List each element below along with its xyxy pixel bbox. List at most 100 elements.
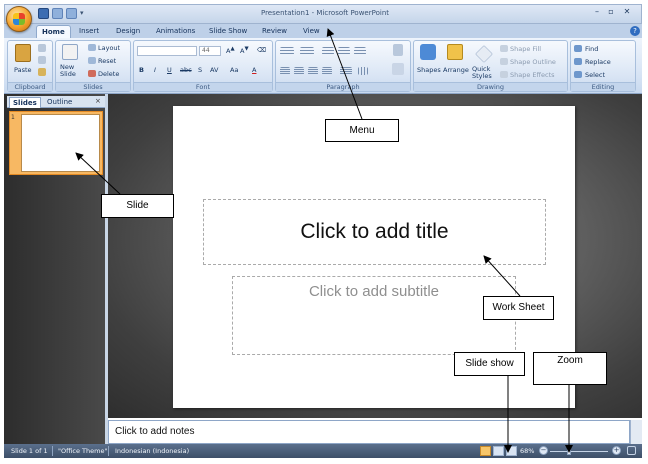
strikethrough-button[interactable]: abc — [180, 66, 192, 74]
notes-pane[interactable]: Click to add notes — [108, 420, 630, 444]
close-window-button[interactable]: ✕ — [620, 7, 634, 19]
paste-label[interactable]: Paste — [14, 66, 32, 74]
columns-icon[interactable] — [358, 67, 368, 75]
layout-icon[interactable] — [88, 44, 96, 51]
tab-animations[interactable]: Animations — [151, 25, 200, 38]
redo-icon[interactable] — [66, 8, 77, 19]
increase-indent-icon[interactable] — [338, 47, 350, 55]
shape-outline-icon[interactable] — [500, 58, 508, 65]
justify-icon[interactable] — [322, 67, 332, 75]
slide-show-view-icon[interactable] — [506, 446, 517, 456]
new-slide-icon[interactable] — [62, 44, 78, 60]
replace-icon[interactable] — [574, 58, 582, 65]
help-icon[interactable]: ? — [630, 26, 640, 36]
paragraph-group-label: Paragraph — [276, 82, 410, 91]
callout-menu: Menu — [325, 119, 399, 142]
title-placeholder[interactable]: Click to add title — [203, 199, 546, 265]
status-separator — [108, 446, 109, 456]
minimize-button[interactable]: – — [590, 7, 604, 19]
italic-button[interactable]: I — [154, 66, 156, 74]
office-button[interactable] — [6, 6, 32, 32]
rtl-icon[interactable] — [340, 67, 352, 75]
reset-button[interactable]: Reset — [98, 57, 116, 65]
shape-effects-button[interactable]: Shape Effects — [510, 71, 555, 79]
quick-styles-button[interactable]: Quick Styles — [472, 66, 494, 80]
shape-effects-icon[interactable] — [500, 71, 508, 78]
tab-design[interactable]: Design — [111, 25, 145, 38]
shapes-icon[interactable] — [420, 44, 436, 60]
save-icon[interactable] — [38, 8, 49, 19]
bold-button[interactable]: B — [139, 66, 144, 74]
char-spacing-button[interactable]: AV — [210, 66, 218, 74]
delete-button[interactable]: Delete — [98, 70, 119, 78]
shrink-font-icon[interactable]: A▼ — [240, 46, 249, 55]
shape-outline-button[interactable]: Shape Outline — [510, 58, 556, 66]
smartart-icon[interactable] — [392, 63, 404, 75]
numbering-icon[interactable] — [300, 47, 314, 55]
arrange-icon[interactable] — [447, 44, 463, 60]
zoom-slider-thumb[interactable] — [567, 447, 571, 455]
shapes-button[interactable]: Shapes — [417, 66, 441, 74]
find-button[interactable]: Find — [585, 45, 598, 53]
format-painter-icon[interactable] — [38, 68, 46, 76]
slides-group-label: Slides — [56, 82, 130, 91]
zoom-slider-track[interactable] — [550, 451, 608, 452]
close-pane-icon[interactable]: × — [95, 97, 101, 105]
cut-icon[interactable] — [38, 44, 46, 52]
paste-icon[interactable] — [15, 44, 31, 62]
tab-slide-show[interactable]: Slide Show — [204, 25, 252, 38]
shape-fill-icon[interactable] — [500, 45, 508, 52]
status-separator — [52, 446, 53, 456]
select-icon[interactable] — [574, 71, 582, 78]
align-right-icon[interactable] — [308, 67, 318, 75]
zoom-level[interactable]: 68% — [520, 447, 534, 455]
slide-count-status: Slide 1 of 1 — [11, 447, 48, 455]
language-status[interactable]: Indonesian (Indonesia) — [115, 447, 189, 455]
drawing-group-label: Drawing — [414, 82, 567, 91]
callout-slide-show: Slide show — [454, 352, 525, 376]
maximize-button[interactable]: ▫ — [604, 7, 618, 19]
tab-slides[interactable]: Slides — [9, 97, 41, 108]
undo-icon[interactable] — [52, 8, 63, 19]
underline-button[interactable]: U — [167, 66, 172, 74]
font-name-field[interactable] — [137, 46, 197, 56]
tab-outline[interactable]: Outline — [44, 97, 75, 108]
fit-to-window-icon[interactable] — [627, 446, 636, 455]
align-left-icon[interactable] — [280, 67, 290, 75]
delete-icon[interactable] — [88, 70, 96, 77]
qat-dropdown-icon[interactable]: ▾ — [80, 9, 84, 17]
copy-icon[interactable] — [38, 56, 46, 64]
replace-button[interactable]: Replace — [585, 58, 611, 66]
tab-view[interactable]: View — [298, 25, 325, 38]
new-slide-label[interactable]: New Slide — [60, 64, 88, 78]
slide-thumbnail[interactable] — [21, 114, 100, 172]
slide-sorter-view-icon[interactable] — [493, 446, 504, 456]
align-center-icon[interactable] — [294, 67, 304, 75]
zoom-out-icon[interactable]: − — [539, 446, 548, 455]
decrease-indent-icon[interactable] — [322, 47, 334, 55]
grow-font-icon[interactable]: A▲ — [226, 46, 235, 55]
normal-view-icon[interactable] — [480, 446, 491, 456]
text-direction-icon[interactable] — [393, 44, 403, 56]
shadow-button[interactable]: S — [198, 66, 202, 74]
vertical-scrollbar[interactable] — [630, 420, 642, 444]
editing-group-label: Editing — [571, 82, 635, 91]
layout-button[interactable]: Layout — [98, 44, 120, 52]
change-case-button[interactable]: Aa — [230, 66, 238, 74]
tab-insert[interactable]: Insert — [74, 25, 104, 38]
find-icon[interactable] — [574, 45, 582, 52]
arrange-button[interactable]: Arrange — [443, 66, 469, 74]
reset-icon[interactable] — [88, 57, 96, 64]
subtitle-placeholder[interactable]: Click to add subtitle — [232, 276, 516, 355]
select-button[interactable]: Select — [585, 71, 605, 79]
zoom-in-icon[interactable]: + — [612, 446, 621, 455]
bullets-icon[interactable] — [280, 47, 294, 55]
tab-review[interactable]: Review — [257, 25, 292, 38]
line-spacing-icon[interactable] — [354, 47, 366, 55]
clear-format-icon[interactable]: ⌫ — [257, 46, 266, 54]
font-color-button[interactable]: A — [252, 66, 256, 74]
font-group-label: Font — [134, 82, 272, 91]
tab-home[interactable]: Home — [36, 25, 71, 38]
font-size-field[interactable]: 44 — [199, 46, 221, 56]
shape-fill-button[interactable]: Shape Fill — [510, 45, 541, 53]
